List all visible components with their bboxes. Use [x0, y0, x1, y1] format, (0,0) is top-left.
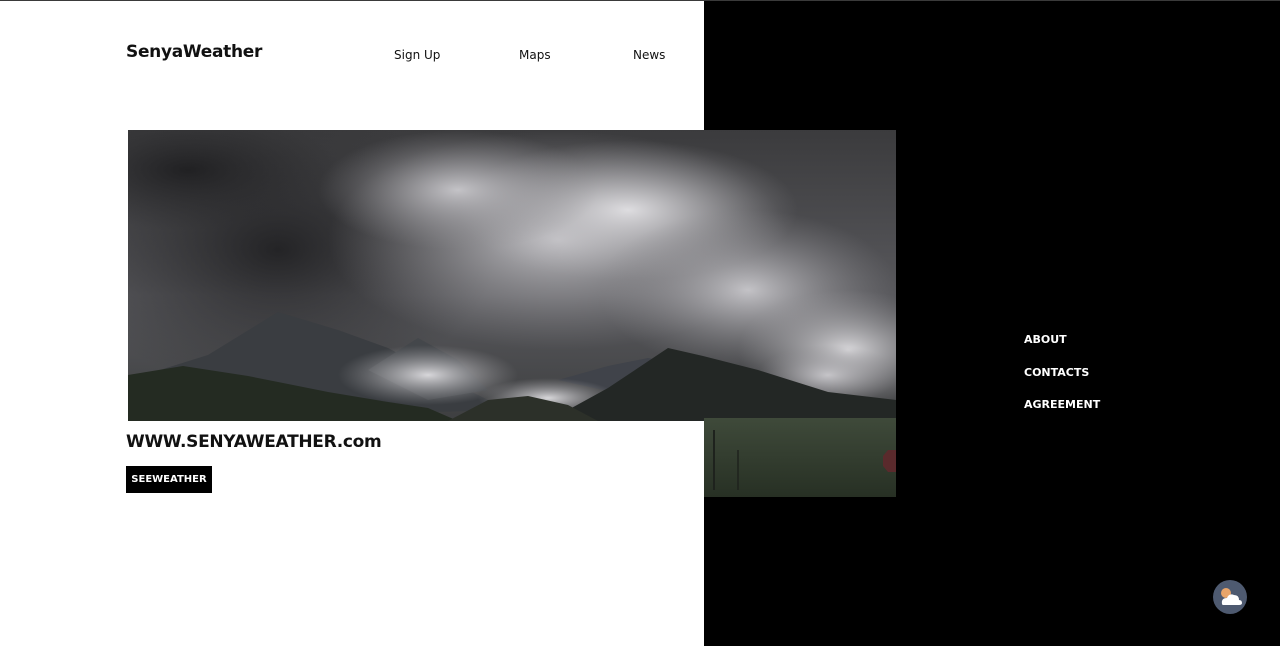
nav-news[interactable]: News: [633, 48, 665, 62]
weather-fab-button[interactable]: [1213, 580, 1247, 614]
site-url-heading: WWW.SENYAWEATHER.com: [126, 432, 382, 452]
site-logo[interactable]: SenyaWeather: [126, 42, 262, 62]
cloud-sun-icon: [1221, 588, 1242, 605]
seeweather-button[interactable]: SEEWEATHER: [126, 466, 212, 493]
page: SenyaWeather Sign Up Maps News WWW.SENYA…: [0, 0, 1280, 646]
side-menu-contacts[interactable]: CONTACTS: [1024, 366, 1089, 379]
nav-sign-up[interactable]: Sign Up: [394, 48, 440, 62]
side-menu-about[interactable]: ABOUT: [1024, 333, 1067, 346]
nav-maps[interactable]: Maps: [519, 48, 551, 62]
side-menu-agreement[interactable]: AGREEMENT: [1024, 398, 1100, 411]
